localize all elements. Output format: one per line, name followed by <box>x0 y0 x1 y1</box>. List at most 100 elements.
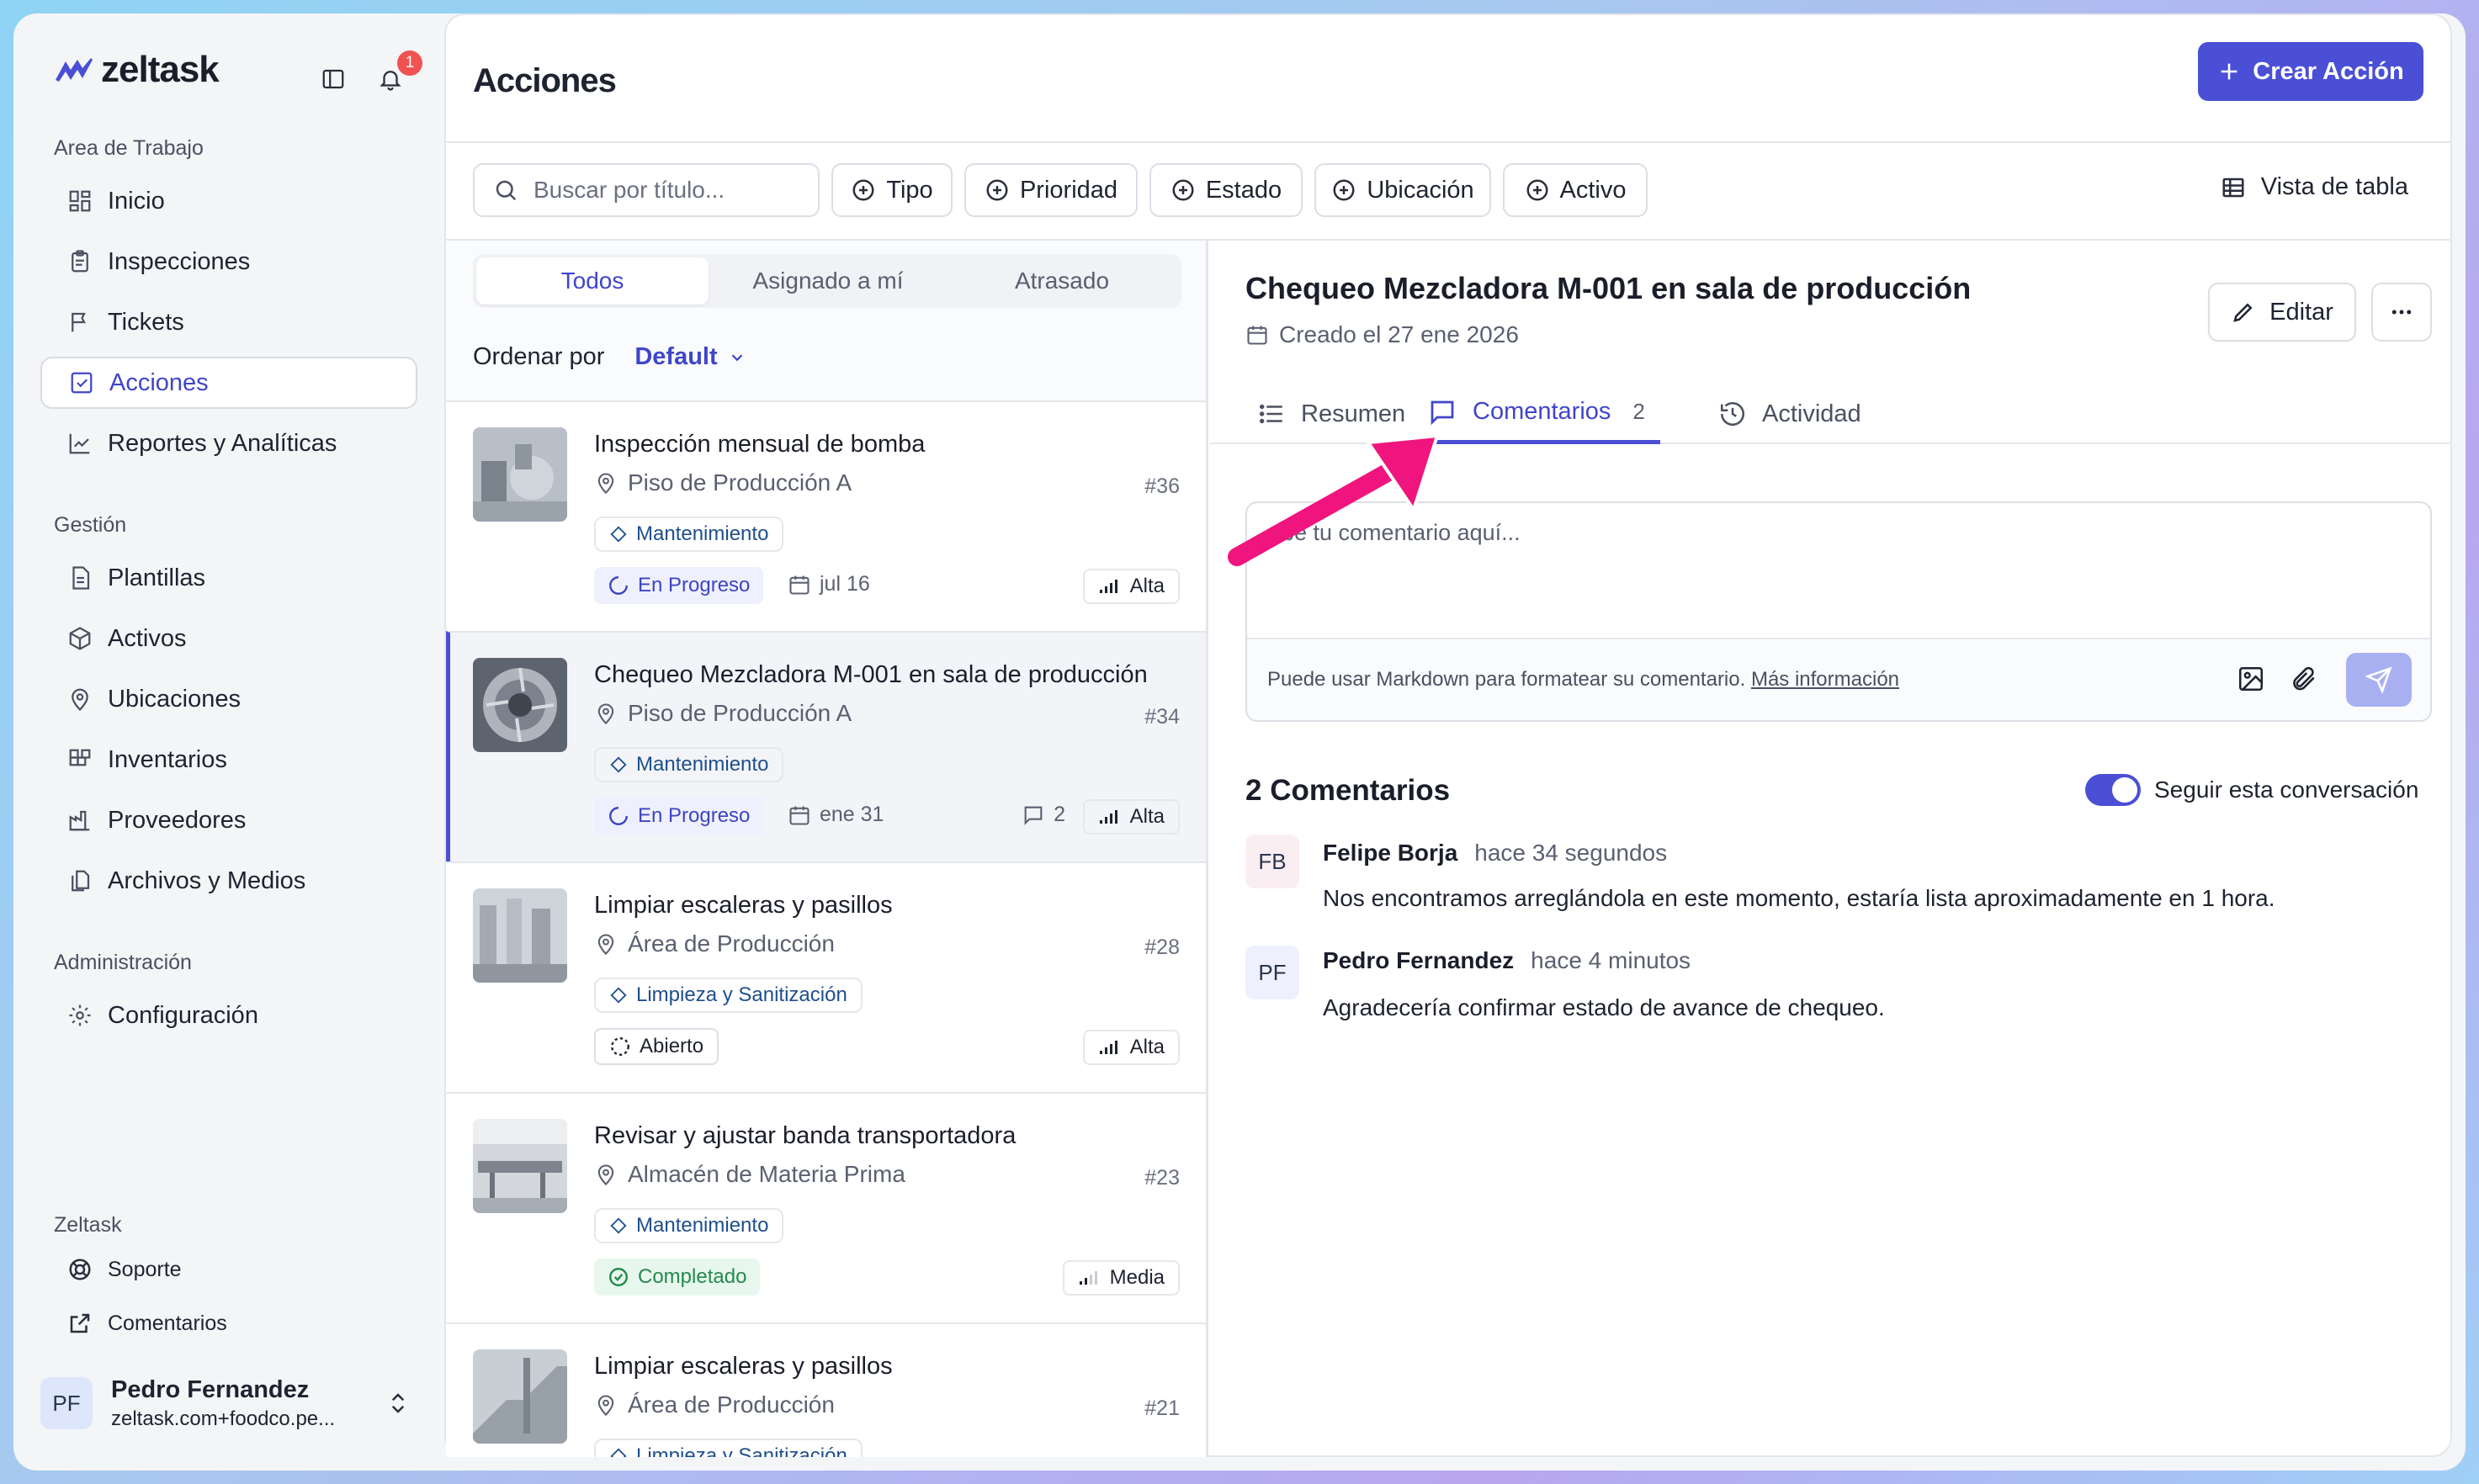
section-title-workspace: Area de Trabajo <box>54 136 204 160</box>
type-tag: Mantenimiento <box>594 517 784 552</box>
sidebar-item-acciones[interactable]: Acciones <box>40 357 417 409</box>
list-item[interactable]: Limpiar escaleras y pasillos Área de Pro… <box>446 1322 1206 1457</box>
list-item[interactable]: Limpiar escaleras y pasillos Área de Pro… <box>446 861 1206 1092</box>
filter-chip-ubicacion[interactable]: Ubicación <box>1314 163 1491 217</box>
due-date: jul 16 <box>788 572 870 596</box>
tab-label: Resumen <box>1301 400 1406 427</box>
comments-count-title: 2 Comentarios <box>1245 774 1451 807</box>
comment-editor[interactable]: ribe tu comentario aquí... Puede usar Ma… <box>1245 501 2432 722</box>
tab-resumen[interactable]: Resumen <box>1257 384 1405 444</box>
list-item[interactable]: Inspección mensual de bomba Piso de Prod… <box>446 400 1206 631</box>
type-tag: Limpieza y Sanitización <box>594 1439 863 1457</box>
diamond-icon <box>610 987 627 1004</box>
tab-actividad[interactable]: Actividad <box>1718 384 1861 444</box>
sidebar-item-configuracion[interactable]: Configuración <box>40 989 417 1041</box>
create-action-button[interactable]: Crear Acción <box>2198 42 2423 101</box>
search-input[interactable]: Buscar por título... <box>473 163 820 217</box>
paperclip-icon[interactable] <box>2289 665 2317 697</box>
sidebar-item-inicio[interactable]: Inicio <box>40 175 417 227</box>
bell-icon[interactable]: 1 <box>372 50 422 98</box>
more-horizontal-icon <box>2391 310 2412 315</box>
sidebar-item-label: Acciones <box>109 368 209 396</box>
sidebar-item-archivos[interactable]: Archivos y Medios <box>40 855 417 907</box>
sidebar-item-soporte[interactable]: Soporte <box>40 1247 417 1292</box>
calendar-icon <box>1247 326 1267 345</box>
filter-chip-tipo[interactable]: Tipo <box>831 163 953 217</box>
sidebar-toggle-icon[interactable] <box>315 61 352 98</box>
comment-author-name: Felipe Borja <box>1323 840 1458 866</box>
follow-label: Seguir esta conversación <box>2154 776 2419 803</box>
type-tag-label: Limpieza y Sanitización <box>636 1444 847 1457</box>
gear-icon <box>69 1004 91 1026</box>
tab-label: Comentarios <box>1473 398 1611 425</box>
sidebar-item-proveedores[interactable]: Proveedores <box>40 794 417 846</box>
map-pin-icon <box>597 934 614 956</box>
filter-chip-label: Activo <box>1559 176 1627 204</box>
sort-control: Ordenar por Default <box>473 343 746 371</box>
tab-count: 2 <box>1632 399 1645 424</box>
check-circle-icon <box>609 1268 628 1286</box>
stairs-thumbnail <box>473 888 567 983</box>
diamond-icon <box>610 1448 627 1457</box>
sidebar-item-tickets[interactable]: Tickets <box>40 296 417 348</box>
tab-todos[interactable]: Todos <box>476 257 709 305</box>
comment-text: Nos encontramos arreglándola en este mom… <box>1323 885 2275 911</box>
tab-asignado[interactable]: Asignado a mí <box>712 257 944 305</box>
filter-chip-label: Ubicación <box>1367 176 1474 204</box>
priority-badge: Alta <box>1082 1030 1180 1065</box>
plus-circle-icon <box>986 179 1008 201</box>
list-tabs: Todos Asignado a mí Atrasado <box>473 254 1181 308</box>
send-button[interactable] <box>2346 653 2412 707</box>
avatar: PF <box>40 1377 93 1429</box>
sidebar-item-reportes[interactable]: Reportes y Analíticas <box>40 417 417 469</box>
more-info-link[interactable]: Más información <box>1751 668 1899 691</box>
sidebar-item-inventarios[interactable]: Inventarios <box>40 734 417 786</box>
sidebar-item-comentarios[interactable]: Comentarios <box>40 1301 417 1346</box>
sidebar-item-ubicaciones[interactable]: Ubicaciones <box>40 673 417 725</box>
item-location: Área de Producción <box>594 1391 835 1418</box>
factory-icon <box>69 810 90 831</box>
markdown-hint-text: Puede usar Markdown para formatear su co… <box>1267 668 1746 691</box>
type-tag: Mantenimiento <box>594 1208 784 1243</box>
user-email: zeltask.com+foodco.pe... <box>111 1407 336 1430</box>
editor-footer: Puede usar Markdown para formatear su co… <box>1247 638 2430 720</box>
list-item-selected[interactable]: Chequeo Mezcladora M-001 en sala de prod… <box>446 631 1206 861</box>
plus-circle-icon <box>1526 179 1547 201</box>
page-title: Acciones <box>473 62 617 99</box>
sort-dropdown[interactable]: Default <box>634 343 746 371</box>
filter-chip-prioridad[interactable]: Prioridad <box>964 163 1138 217</box>
sidebar-item-label: Reportes y Analíticas <box>108 429 337 457</box>
comment-time: hace 4 minutos <box>1531 947 1691 973</box>
chart-line-icon <box>69 433 90 454</box>
sidebar-item-activos[interactable]: Activos <box>40 612 417 665</box>
follow-toggle[interactable] <box>2085 774 2141 806</box>
signal-bars-icon <box>1099 810 1117 824</box>
tab-comentarios[interactable]: Comentarios 2 <box>1412 384 1660 444</box>
filter-chip-activo[interactable]: Activo <box>1503 163 1648 217</box>
table-view-button[interactable]: Vista de tabla <box>2221 173 2408 201</box>
due-date: ene 31 <box>788 803 884 827</box>
status-label: Completado <box>638 1265 747 1288</box>
item-number: #21 <box>1144 1397 1180 1420</box>
sidebar-item-plantillas[interactable]: Plantillas <box>40 552 417 604</box>
signal-bars-icon <box>1099 1041 1117 1054</box>
list-item[interactable]: Revisar y ajustar banda transportadora A… <box>446 1092 1206 1322</box>
filter-chip-estado[interactable]: Estado <box>1149 163 1303 217</box>
pump-thumbnail <box>473 427 567 522</box>
edit-button[interactable]: Editar <box>2208 283 2356 342</box>
comment-count: 2 <box>1022 803 1065 827</box>
search-placeholder: Buscar por título... <box>533 177 725 203</box>
image-icon[interactable] <box>2237 665 2265 697</box>
user-menu[interactable]: PF Pedro Fernandez zeltask.com+foodco.pe… <box>40 1366 427 1440</box>
sidebar-item-label: Ubicaciones <box>108 685 241 713</box>
section-title-administracion: Administración <box>54 951 192 974</box>
edit-label: Editar <box>2269 298 2333 326</box>
list-icon <box>1259 404 1282 424</box>
tab-atrasado[interactable]: Atrasado <box>946 257 1178 305</box>
logo[interactable]: zeltask <box>54 49 220 91</box>
sidebar-item-inspecciones[interactable]: Inspecciones <box>40 236 417 288</box>
follow-conversation: Seguir esta conversación <box>2085 774 2418 806</box>
logo-text: zeltask <box>101 49 220 90</box>
mixer-thumbnail <box>473 658 567 752</box>
more-options-button[interactable] <box>2371 283 2432 342</box>
